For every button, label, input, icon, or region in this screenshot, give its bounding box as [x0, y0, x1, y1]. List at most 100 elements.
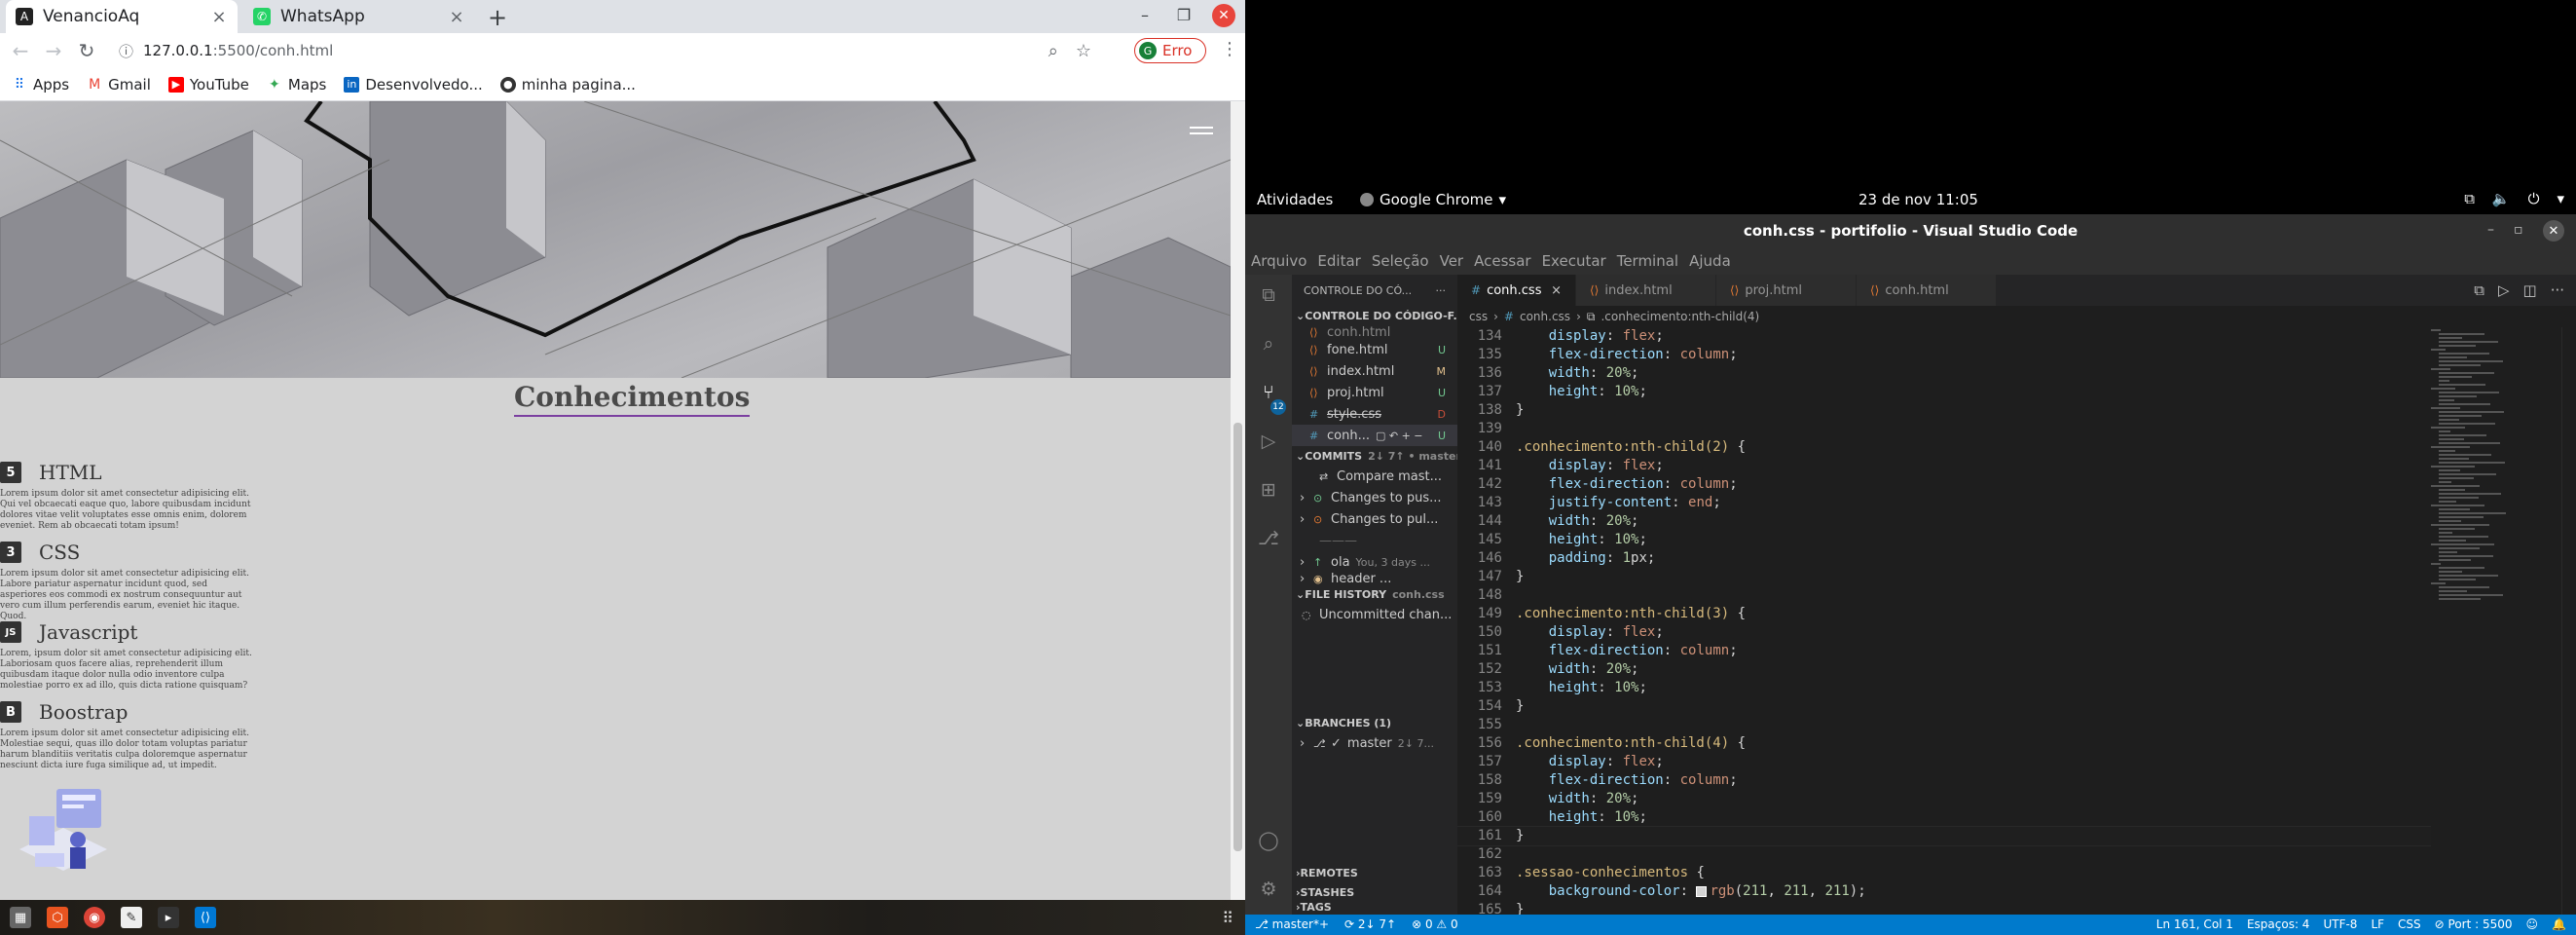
- breadcrumb-symbol[interactable]: .conhecimento:nth-child(4): [1601, 310, 1759, 323]
- explorer-icon[interactable]: ⧉: [1257, 284, 1280, 308]
- text-editor-icon[interactable]: ✎: [121, 907, 142, 928]
- file-row[interactable]: ⟨⟩ index.html M: [1292, 360, 1457, 382]
- section-branches[interactable]: ⌄ BRANCHES (1): [1292, 713, 1457, 732]
- code-line[interactable]: 143 justify-content: end;: [1457, 494, 2431, 512]
- system-tray[interactable]: ⧉ 🔈 ⏻ ▾: [2464, 190, 2564, 207]
- zoom-icon[interactable]: ⌕: [1049, 41, 1058, 61]
- back-button[interactable]: ←: [4, 39, 37, 62]
- code-line[interactable]: 164 background-color: rgb(211, 211, 211)…: [1457, 882, 2431, 901]
- minimize-icon[interactable]: –: [1134, 6, 1156, 24]
- bookmark-github[interactable]: ● minha pagina...: [499, 76, 636, 94]
- breadcrumb-folder[interactable]: css: [1469, 310, 1488, 323]
- bookmark-gmail[interactable]: M Gmail: [87, 76, 151, 94]
- menu-acessar[interactable]: Acessar: [1474, 252, 1530, 270]
- code-line[interactable]: 144 width: 20%;: [1457, 512, 2431, 531]
- bookmark-youtube[interactable]: ▶ YouTube: [167, 76, 249, 94]
- more-icon[interactable]: ···: [1436, 284, 1447, 297]
- menu-executar[interactable]: Executar: [1542, 252, 1606, 270]
- code-line[interactable]: 147}: [1457, 568, 2431, 586]
- section-commits[interactable]: ⌄ COMMITS2↓ 7↑ • master •: [1292, 446, 1457, 466]
- window-close-button[interactable]: ✕: [1212, 4, 1235, 27]
- code-line[interactable]: 151 flex-direction: column;: [1457, 642, 2431, 660]
- show-apps-icon[interactable]: ⠿: [1222, 909, 1233, 927]
- hamburger-menu-icon[interactable]: [1190, 127, 1213, 140]
- code-line[interactable]: 153 height: 10%;: [1457, 679, 2431, 697]
- code-line[interactable]: 160 height: 10%;: [1457, 808, 2431, 827]
- commit-row[interactable]: ⇄ Compare mast...: [1292, 466, 1457, 487]
- activities-button[interactable]: Atividades: [1257, 191, 1333, 208]
- code-line[interactable]: 141 display: flex;: [1457, 457, 2431, 475]
- code-editor[interactable]: 134 display: flex; 135 flex-direction: co…: [1457, 327, 2431, 915]
- profile-error-button[interactable]: G Erro: [1134, 38, 1206, 63]
- tab-proj-html[interactable]: ⟨⟩ proj.html: [1716, 275, 1857, 306]
- open-changes-icon[interactable]: ⧉: [2474, 281, 2484, 299]
- page-scrollbar[interactable]: [1231, 101, 1245, 900]
- bookmark-maps[interactable]: ✦ Maps: [267, 76, 326, 94]
- menu-terminal[interactable]: Terminal: [1617, 252, 1678, 270]
- eol[interactable]: LF: [2371, 917, 2384, 931]
- breadcrumb-file[interactable]: conh.css: [1520, 310, 1570, 323]
- close-icon[interactable]: ×: [210, 7, 228, 27]
- code-line[interactable]: 155: [1457, 716, 2431, 734]
- code-line[interactable]: 134 display: flex;: [1457, 327, 2431, 346]
- chrome-menu-icon[interactable]: ⋮: [1221, 39, 1238, 59]
- code-line[interactable]: 150 display: flex;: [1457, 623, 2431, 642]
- code-line[interactable]: 137 height: 10%;: [1457, 383, 2431, 401]
- code-line[interactable]: 158 flex-direction: column;: [1457, 771, 2431, 790]
- more-icon[interactable]: ···: [2551, 281, 2564, 299]
- file-row[interactable]: # conh... ▢ ↶ + − U: [1292, 425, 1457, 446]
- new-tab-button[interactable]: +: [485, 4, 510, 31]
- menu-selecao[interactable]: Seleção: [1372, 252, 1429, 270]
- code-line[interactable]: 136 width: 20%;: [1457, 364, 2431, 383]
- code-line[interactable]: 165}: [1457, 901, 2431, 915]
- maximize-icon[interactable]: ▫: [2514, 222, 2523, 238]
- menu-ver[interactable]: Ver: [1440, 252, 1464, 270]
- bell-icon[interactable]: 🔔: [2552, 917, 2566, 931]
- tab-venancioaq[interactable]: A VenancioAq ×: [6, 0, 238, 33]
- feedback-icon[interactable]: ☺: [2526, 917, 2539, 931]
- tab-conh-html[interactable]: ⟨⟩ conh.html: [1857, 275, 1997, 306]
- minimap[interactable]: [2431, 327, 2548, 915]
- menu-editar[interactable]: Editar: [1317, 252, 1360, 270]
- code-line[interactable]: 154}: [1457, 697, 2431, 716]
- code-line[interactable]: 161}: [1457, 826, 2431, 846]
- app-menu[interactable]: Google Chrome ▾: [1360, 191, 1506, 208]
- bookmark-apps[interactable]: ⠿ Apps: [12, 76, 69, 94]
- restore-icon[interactable]: ❐: [1173, 6, 1195, 24]
- forward-button[interactable]: →: [37, 39, 70, 62]
- section-file-history[interactable]: ⌄ FILE HISTORY conh.css: [1292, 584, 1457, 604]
- file-row[interactable]: ⟨⟩ conh.html: [1292, 325, 1457, 339]
- live-server-port[interactable]: ⊘ Port : 5500: [2435, 917, 2513, 931]
- code-line[interactable]: 148: [1457, 586, 2431, 605]
- file-row[interactable]: # style.css D: [1292, 403, 1457, 425]
- code-line[interactable]: 156 .conhecimento:nth-child(4) {: [1457, 734, 2431, 753]
- cursor-position[interactable]: Ln 161, Col 1: [2156, 917, 2233, 931]
- code-line[interactable]: 138}: [1457, 401, 2431, 420]
- split-editor-icon[interactable]: ◫: [2523, 281, 2537, 299]
- tab-whatsapp[interactable]: ✆ WhatsApp ×: [243, 0, 475, 33]
- scroll-thumb[interactable]: [1233, 423, 1242, 851]
- commit-row[interactable]: › ⊙ Changes to pul...: [1292, 508, 1457, 530]
- terminal-icon[interactable]: ▸: [158, 907, 179, 928]
- info-icon[interactable]: ⓘ: [119, 41, 133, 61]
- section-remotes[interactable]: › REMOTES: [1292, 863, 1457, 882]
- code-line[interactable]: 157 display: flex;: [1457, 753, 2431, 771]
- chrome-icon[interactable]: ◉: [84, 907, 105, 928]
- code-line[interactable]: 159 width: 20%;: [1457, 790, 2431, 808]
- account-icon[interactable]: ◯: [1257, 830, 1280, 853]
- menu-ajuda[interactable]: Ajuda: [1689, 252, 1731, 270]
- code-line[interactable]: 162: [1457, 845, 2431, 864]
- section-tags[interactable]: › TAGS: [1292, 902, 1457, 912]
- section-changes[interactable]: ⌄ CONTROLE DO CÓDIGO-F...: [1292, 306, 1457, 325]
- file-row[interactable]: ⟨⟩ proj.html U: [1292, 382, 1457, 403]
- language-mode[interactable]: CSS: [2398, 917, 2421, 931]
- clock[interactable]: 23 de nov 11:05: [1858, 191, 1978, 208]
- history-row[interactable]: ◌ Uncommitted chan...: [1292, 604, 1457, 625]
- commit-row[interactable]: › ↑ ola You, 3 days ...: [1292, 551, 1457, 573]
- code-line[interactable]: 140 .conhecimento:nth-child(2) {: [1457, 438, 2431, 457]
- encoding[interactable]: UTF-8: [2323, 917, 2357, 931]
- code-line[interactable]: 135 flex-direction: column;: [1457, 346, 2431, 364]
- commit-row[interactable]: › ⊙ Changes to pus...: [1292, 487, 1457, 508]
- window-close-button[interactable]: ✕: [2543, 220, 2564, 242]
- files-icon[interactable]: ▦: [10, 907, 31, 928]
